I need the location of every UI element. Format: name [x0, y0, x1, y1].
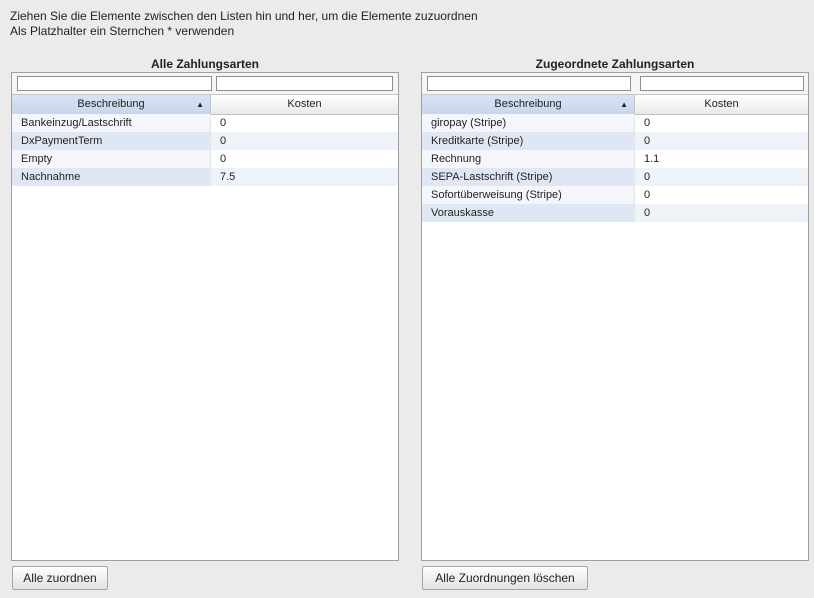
left-column-header-cost[interactable]: Kosten — [211, 95, 398, 114]
left-panel-title: Alle Zahlungsarten — [150, 57, 260, 71]
right-column-header-cost[interactable]: Kosten — [635, 95, 808, 114]
left-filter-row — [12, 73, 398, 94]
table-row[interactable]: Nachnahme 7.5 — [12, 168, 398, 186]
clear-all-assignments-button[interactable]: Alle Zuordnungen löschen — [422, 566, 588, 590]
table-row[interactable]: giropay (Stripe) 0 — [422, 114, 808, 132]
left-filter-description-input[interactable] — [17, 76, 212, 91]
left-rows: Bankeinzug/Lastschrift 0 DxPaymentTerm 0 Emp… — [12, 114, 398, 186]
row-cost: 0 — [220, 117, 227, 129]
left-filter-cost-input[interactable] — [216, 76, 393, 91]
instructions-line-2: Als Platzhalter ein Sternchen * verwende… — [10, 24, 235, 38]
row-description: Kreditkarte (Stripe) — [422, 132, 635, 150]
sort-ascending-icon: ▲ — [196, 100, 204, 109]
row-description: DxPaymentTerm — [12, 132, 211, 150]
row-cost: 1.1 — [644, 153, 660, 165]
assign-all-button[interactable]: Alle zuordnen — [12, 566, 108, 590]
row-cost: 0 — [635, 168, 808, 186]
row-description: Bankeinzug/Lastschrift — [12, 114, 211, 132]
left-grid: Beschreibung ▲ Kosten Bankeinzug/Lastsch… — [11, 72, 399, 561]
table-row[interactable]: Empty 0 — [12, 150, 398, 168]
sort-ascending-icon: ▲ — [620, 100, 628, 109]
right-panel-title: Zugeordnete Zahlungsarten — [535, 57, 695, 71]
right-rows: giropay (Stripe) 0 Kreditkarte (Stripe) 0 Re… — [422, 114, 808, 222]
right-filter-description-input[interactable] — [427, 76, 631, 91]
right-column-header-description-label: Beschreibung — [494, 98, 562, 110]
row-description: Empty — [12, 150, 211, 168]
row-description: Sofortüberweisung (Stripe) — [422, 186, 635, 204]
row-description: Rechnung — [422, 150, 635, 168]
table-row[interactable]: DxPaymentTerm 0 — [12, 132, 398, 150]
row-description: Vorauskasse — [422, 204, 635, 222]
row-cost: 0 — [635, 132, 808, 150]
left-column-header-description-label: Beschreibung — [77, 98, 145, 110]
instructions: Ziehen Sie die Elemente zwischen den Lis… — [10, 9, 478, 39]
left-column-header-description[interactable]: Beschreibung ▲ — [12, 95, 211, 114]
right-filter-row — [422, 73, 808, 94]
row-cost: 0 — [220, 153, 227, 165]
right-grid: Beschreibung ▲ Kosten giropay (Stripe) 0 K… — [421, 72, 809, 561]
right-filter-cost-input[interactable] — [640, 76, 804, 91]
row-description: SEPA-Lastschrift (Stripe) — [422, 168, 635, 186]
row-description: giropay (Stripe) — [422, 114, 635, 132]
instructions-line-1: Ziehen Sie die Elemente zwischen den Lis… — [10, 9, 478, 23]
row-cost: 0 — [644, 117, 651, 129]
table-row[interactable]: Kreditkarte (Stripe) 0 — [422, 132, 808, 150]
table-row[interactable]: Sofortüberweisung (Stripe) 0 — [422, 186, 808, 204]
table-row[interactable]: Vorauskasse 0 — [422, 204, 808, 222]
table-row[interactable]: SEPA-Lastschrift (Stripe) 0 — [422, 168, 808, 186]
table-row[interactable]: Bankeinzug/Lastschrift 0 — [12, 114, 398, 132]
row-description: Nachnahme — [12, 168, 211, 186]
right-header-row: Beschreibung ▲ Kosten — [422, 94, 808, 115]
row-cost: 0 — [635, 204, 808, 222]
right-column-header-description[interactable]: Beschreibung ▲ — [422, 95, 635, 114]
row-cost: 0 — [644, 189, 651, 201]
row-cost: 0 — [211, 132, 398, 150]
table-row[interactable]: Rechnung 1.1 — [422, 150, 808, 168]
row-cost: 7.5 — [211, 168, 398, 186]
left-header-row: Beschreibung ▲ Kosten — [12, 94, 398, 115]
